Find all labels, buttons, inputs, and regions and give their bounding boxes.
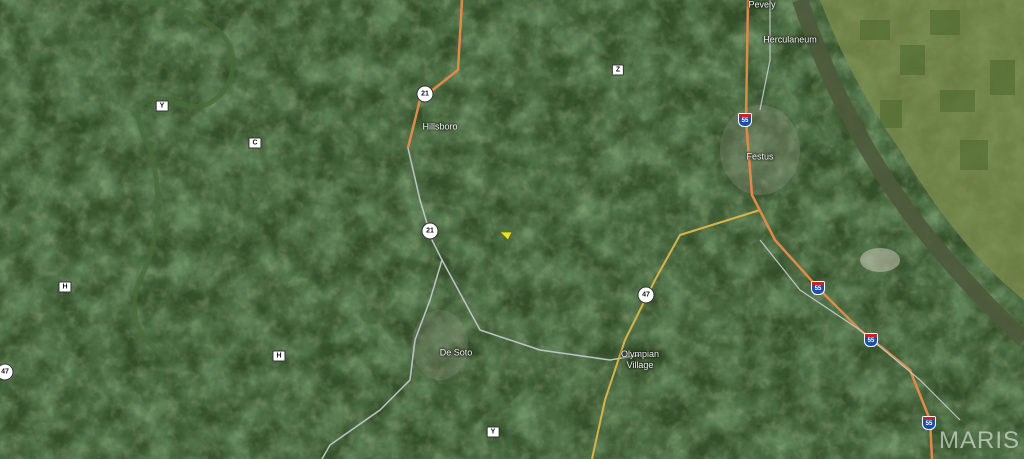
interstate-55-shield: 55 bbox=[864, 333, 878, 347]
town-label-olympian-village: Olympian Village bbox=[620, 349, 660, 370]
interstate-55-shield: 55 bbox=[922, 416, 936, 430]
interstate-55-label: 55 bbox=[867, 338, 875, 344]
map-canvas[interactable]: Pevely Herculaneum Hillsboro Festus De S… bbox=[0, 0, 1024, 459]
town-label-festus: Festus bbox=[746, 151, 774, 162]
route-21-shield: 21 bbox=[421, 222, 439, 240]
route-47-shield: 47 bbox=[637, 286, 655, 304]
watermark-logo: MARIS bbox=[938, 427, 1020, 454]
route-z-shield: Z bbox=[611, 64, 625, 76]
town-label-herculaneum: Herculaneum bbox=[763, 34, 817, 45]
festus-urban bbox=[720, 105, 800, 195]
interstate-55-shield: 55 bbox=[738, 113, 752, 127]
route-h-shield: H bbox=[272, 350, 286, 362]
route-y-shield: Y bbox=[486, 426, 500, 438]
town-label-hillsboro: Hillsboro bbox=[422, 121, 458, 132]
route-21-shield: 21 bbox=[416, 85, 434, 103]
route-c-shield: C bbox=[248, 137, 262, 149]
town-label-de-soto: De Soto bbox=[439, 347, 473, 358]
town-label-pevely: Pevely bbox=[748, 0, 776, 10]
desoto-urban bbox=[412, 310, 468, 380]
interstate-55-label: 55 bbox=[925, 421, 933, 427]
route-y-shield: Y bbox=[155, 100, 169, 112]
interstate-55-label: 55 bbox=[741, 118, 749, 124]
route-h-shield: H bbox=[58, 281, 72, 293]
quarry bbox=[860, 248, 900, 272]
interstate-55-shield: 55 bbox=[811, 281, 825, 295]
interstate-55-label: 55 bbox=[814, 286, 822, 292]
satellite-terrain bbox=[0, 0, 1024, 459]
